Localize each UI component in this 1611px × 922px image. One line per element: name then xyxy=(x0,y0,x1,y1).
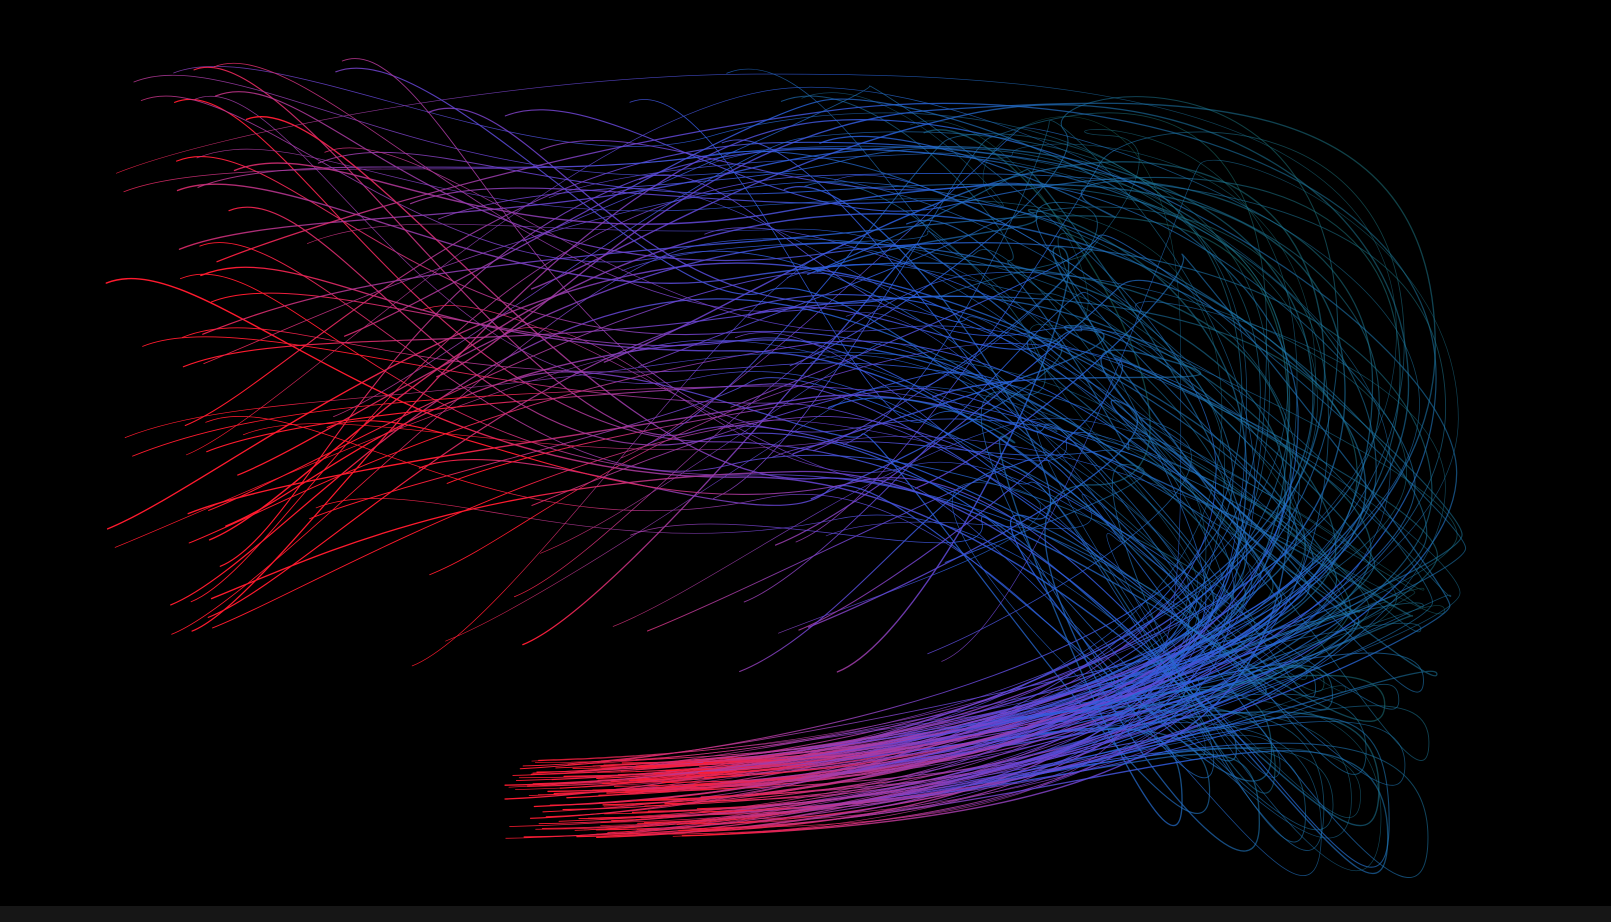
flow-stroke xyxy=(203,181,1300,819)
flow-stroke xyxy=(185,86,1391,831)
flow-stroke xyxy=(182,295,1358,806)
viewport xyxy=(0,0,1611,922)
flow-stroke xyxy=(665,246,1283,772)
flow-stroke xyxy=(181,327,1347,825)
flow-stroke xyxy=(132,385,1388,775)
generative-art-canvas xyxy=(0,0,1611,906)
stroke-group xyxy=(105,58,1467,878)
bottom-bar xyxy=(0,906,1611,922)
